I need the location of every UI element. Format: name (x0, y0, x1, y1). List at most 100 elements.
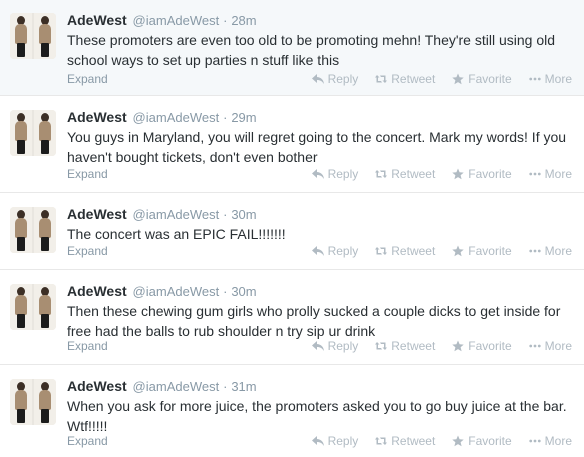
tweet-text: These promoters are even too old to be p… (67, 32, 556, 68)
avatar[interactable] (10, 284, 56, 330)
more-button[interactable]: More (528, 167, 572, 181)
more-dots-icon (528, 249, 541, 253)
retweet-label: Retweet (391, 72, 436, 86)
tweet-timestamp[interactable]: 30m (231, 207, 256, 222)
avatar[interactable] (10, 13, 56, 59)
user-handle[interactable]: @iamAdeWest (133, 207, 220, 222)
retweet-label: Retweet (391, 434, 436, 448)
favorite-label: Favorite (468, 167, 512, 181)
separator: · (223, 110, 228, 125)
reply-label: Reply (327, 339, 359, 353)
user-name[interactable]: AdeWest (67, 206, 127, 222)
reply-icon (311, 74, 324, 84)
tweet[interactable]: AdeWest @iamAdeWest · 30m The concert wa… (0, 194, 584, 270)
tweet-timestamp[interactable]: 29m (231, 110, 256, 125)
reply-label: Reply (327, 167, 359, 181)
reply-icon (311, 246, 324, 256)
favorite-button[interactable]: Favorite (452, 72, 512, 86)
more-label: More (544, 434, 572, 448)
retweet-button[interactable]: Retweet (375, 339, 435, 353)
more-dots-icon (528, 77, 541, 81)
more-dots-icon (528, 344, 541, 348)
tweet-timestamp[interactable]: 28m (231, 13, 256, 28)
retweet-button[interactable]: Retweet (375, 434, 435, 448)
separator: · (223, 379, 228, 394)
expand-link[interactable]: Expand (67, 167, 108, 181)
tweet-text: When you ask for more juice, the promote… (67, 398, 567, 434)
separator: · (223, 284, 228, 299)
reply-icon (311, 341, 324, 351)
more-label: More (544, 339, 572, 353)
user-name[interactable]: AdeWest (67, 12, 127, 28)
expand-link[interactable]: Expand (67, 339, 108, 353)
user-handle[interactable]: @iamAdeWest (133, 379, 220, 394)
separator: · (223, 207, 228, 222)
user-handle[interactable]: @iamAdeWest (133, 110, 220, 125)
tweet-timestamp[interactable]: 30m (231, 284, 256, 299)
more-label: More (544, 244, 572, 258)
star-icon (452, 245, 464, 257)
tweet-text: The concert was an EPIC FAIL!!!!!!! (67, 226, 286, 242)
star-icon (452, 168, 464, 180)
user-handle[interactable]: @iamAdeWest (133, 284, 220, 299)
user-name[interactable]: AdeWest (67, 378, 127, 394)
tweet[interactable]: AdeWest @iamAdeWest · 28m These promoter… (0, 0, 584, 96)
tweet[interactable]: AdeWest @iamAdeWest · 31m When you ask f… (0, 366, 584, 457)
retweet-label: Retweet (391, 339, 436, 353)
tweet-header: AdeWest @iamAdeWest · 28m (67, 10, 572, 30)
user-name[interactable]: AdeWest (67, 109, 127, 125)
tweet-header: AdeWest @iamAdeWest · 29m (67, 107, 572, 127)
expand-link[interactable]: Expand (67, 434, 108, 448)
more-label: More (544, 167, 572, 181)
star-icon (452, 73, 464, 85)
separator: · (223, 13, 228, 28)
reply-button[interactable]: Reply (311, 72, 358, 86)
favorite-label: Favorite (468, 434, 512, 448)
reply-icon (311, 436, 324, 446)
reply-button[interactable]: Reply (311, 434, 358, 448)
tweet-header: AdeWest @iamAdeWest · 30m (67, 281, 572, 301)
favorite-button[interactable]: Favorite (452, 244, 512, 258)
avatar[interactable] (10, 207, 56, 253)
avatar[interactable] (10, 110, 56, 156)
reply-button[interactable]: Reply (311, 244, 359, 258)
reply-icon (311, 169, 324, 179)
tweet-header: AdeWest @iamAdeWest · 30m (67, 204, 572, 224)
favorite-label: Favorite (468, 339, 512, 353)
reply-button[interactable]: Reply (311, 339, 359, 353)
more-dots-icon (528, 172, 541, 176)
retweet-button[interactable]: Retweet (375, 244, 435, 258)
retweet-icon (375, 437, 388, 445)
star-icon (452, 340, 464, 352)
tweet-timeline: AdeWest @iamAdeWest · 28m These promoter… (0, 0, 584, 457)
favorite-button[interactable]: Favorite (452, 167, 512, 181)
tweet-text: Then these chewing gum girls who prolly … (67, 303, 561, 339)
more-button[interactable]: More (528, 434, 572, 448)
reply-label: Reply (327, 244, 359, 258)
avatar[interactable] (10, 379, 56, 425)
more-button[interactable]: More (528, 339, 572, 353)
user-name[interactable]: AdeWest (67, 283, 127, 299)
reply-button[interactable]: Reply (311, 167, 359, 181)
expand-link[interactable]: Expand (67, 244, 108, 258)
tweet-timestamp[interactable]: 31m (231, 379, 256, 394)
more-button[interactable]: More (528, 72, 572, 86)
retweet-button[interactable]: Retweet (375, 167, 435, 181)
favorite-button[interactable]: Favorite (452, 434, 512, 448)
retweet-icon (375, 342, 388, 350)
user-handle[interactable]: @iamAdeWest (133, 13, 220, 28)
retweet-label: Retweet (391, 167, 436, 181)
tweet[interactable]: AdeWest @iamAdeWest · 29m You guys in Ma… (0, 97, 584, 193)
retweet-icon (375, 75, 388, 83)
tweet[interactable]: AdeWest @iamAdeWest · 30m Then these che… (0, 271, 584, 365)
favorite-button[interactable]: Favorite (452, 339, 512, 353)
tweet-header: AdeWest @iamAdeWest · 31m (67, 376, 572, 396)
more-button[interactable]: More (528, 244, 572, 258)
retweet-button[interactable]: Retweet (375, 72, 435, 86)
more-label: More (544, 72, 572, 86)
retweet-icon (375, 247, 388, 255)
expand-link[interactable]: Expand (67, 72, 108, 86)
retweet-icon (375, 170, 388, 178)
favorite-label: Favorite (468, 244, 512, 258)
more-dots-icon (528, 439, 541, 443)
